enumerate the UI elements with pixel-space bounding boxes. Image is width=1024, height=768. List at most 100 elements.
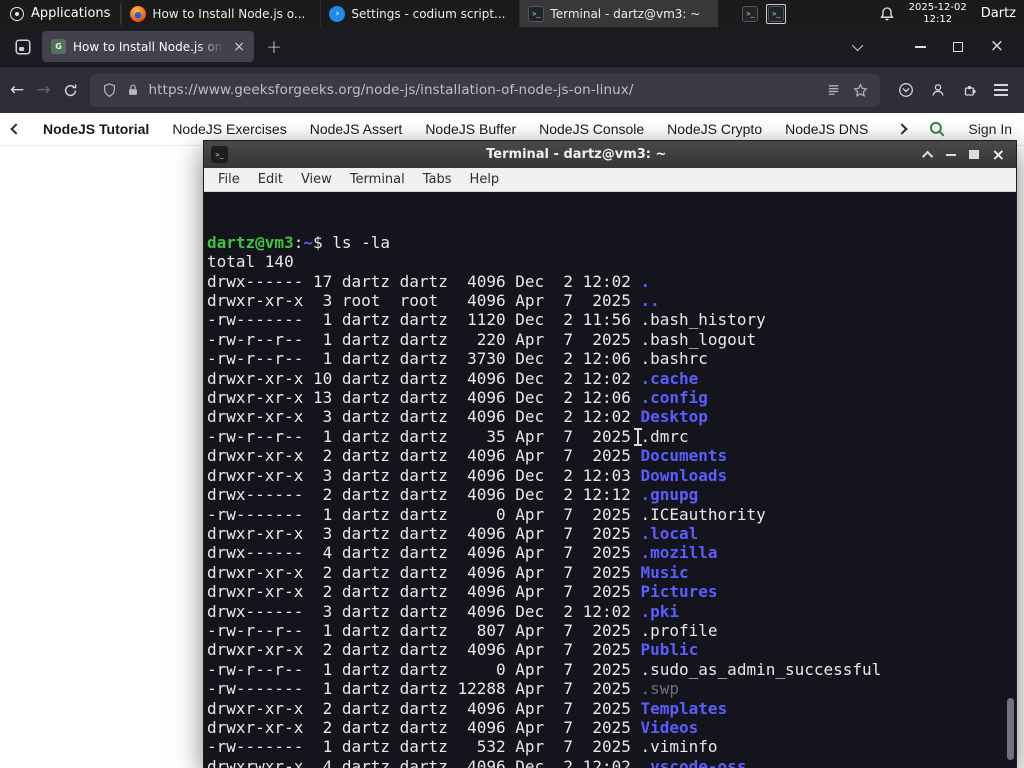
ls-entry-local: drwxr-xr-x 3 dartz dartz 4096 Apr 7 2025… <box>207 523 699 543</box>
extensions-puzzle-icon[interactable] <box>962 82 978 98</box>
scroll-right-icon[interactable] <box>896 123 909 135</box>
reader-mode-icon[interactable] <box>826 83 841 98</box>
new-tab-button[interactable]: + <box>266 36 282 58</box>
firefox-icon <box>130 5 147 22</box>
ls-entry-videos: drwxr-xr-x 2 dartz dartz 4096 Apr 7 2025… <box>207 717 699 737</box>
ls-entry-mozilla: drwx------ 4 dartz dartz 4096 Apr 7 2025… <box>207 543 718 563</box>
nav-link-nodejs-console[interactable]: NodeJS Console <box>539 121 644 137</box>
ls-entry-public: drwxr-xr-x 2 dartz dartz 4096 Apr 7 2025… <box>207 640 699 660</box>
taskbar-item-firefox[interactable]: How to Install Node.js o... <box>121 0 320 27</box>
ls-entry-config: drwxr-xr-x 13 dartz dartz 4096 Dec 2 12:… <box>207 388 708 408</box>
applications-icon <box>10 6 24 21</box>
terminal-maximize-button[interactable] <box>968 150 979 159</box>
firefox-view-icon[interactable] <box>14 38 32 56</box>
taskbar-item-terminal[interactable]: >_ Terminal - dartz@vm3: ~ <box>519 0 719 27</box>
ls-entry-bashlogout: -rw-r--r-- 1 dartz dartz 220 Apr 7 2025 … <box>207 329 757 349</box>
clock-date: 2025-12-02 <box>908 2 967 13</box>
taskbar-item-codium[interactable]: › Settings - codium script... <box>320 0 519 27</box>
menu-edit[interactable]: Edit <box>249 172 292 187</box>
url-actions <box>826 82 868 98</box>
panel-username[interactable]: Dartz <box>981 6 1016 21</box>
account-icon[interactable] <box>930 82 946 98</box>
nav-link-nodejs-tutorial[interactable]: NodeJS Tutorial <box>43 121 149 137</box>
browser-minimize-button[interactable] <box>914 45 926 48</box>
url-text[interactable]: https://www.geeksforgeeks.org/node-js/in… <box>149 82 818 98</box>
terminal-scrollbar[interactable] <box>1005 194 1015 766</box>
search-icon[interactable] <box>928 120 946 138</box>
applications-label: Applications <box>31 6 111 21</box>
reload-button[interactable] <box>63 83 78 98</box>
system-tray: >_ >_ <box>742 3 787 24</box>
terminal-window: >_ Terminal - dartz@vm3: ~ × File Edit Vie… <box>203 140 1017 768</box>
menu-hamburger-icon[interactable] <box>994 84 1008 96</box>
tray-focused-app-icon[interactable]: >_ <box>766 3 787 24</box>
browser-maximize-button[interactable] <box>952 41 963 52</box>
nav-link-nodejs-dns[interactable]: NodeJS DNS <box>785 121 868 137</box>
mouse-cursor <box>634 428 642 446</box>
sign-in-button[interactable]: Sign In <box>968 121 1012 137</box>
ls-entry-: drwx------ 17 dartz dartz 4096 Dec 2 12:… <box>207 271 651 291</box>
panel-clock[interactable]: 2025-12-02 12:12 <box>909 2 967 25</box>
total-line: total 140 <box>207 252 294 272</box>
nav-link-nodejs-assert[interactable]: NodeJS Assert <box>310 121 403 137</box>
ls-entry-profile: -rw-r--r-- 1 dartz dartz 807 Apr 7 2025 … <box>207 620 718 640</box>
tracking-shield-icon[interactable] <box>102 82 117 98</box>
terminal-title: Terminal - dartz@vm3: ~ <box>486 147 667 162</box>
terminal-menubar: File Edit View Terminal Tabs Help <box>204 168 1016 192</box>
scroll-left-icon[interactable] <box>10 123 22 135</box>
notification-bell-icon[interactable] <box>879 6 895 22</box>
terminal-app-icon: >_ <box>211 146 228 163</box>
ls-entry-documents: drwxr-xr-x 2 dartz dartz 4096 Apr 7 2025… <box>207 446 728 466</box>
url-bar[interactable]: https://www.geeksforgeeks.org/node-js/in… <box>89 73 880 107</box>
desktop: Applications How to Install Node.js o...… <box>0 0 1024 768</box>
terminal-minimize-button[interactable] <box>945 153 956 156</box>
nav-link-nodejs-exercises[interactable]: NodeJS Exercises <box>172 121 286 137</box>
top-panel: Applications How to Install Node.js o...… <box>0 0 1024 27</box>
terminal-titlebar[interactable]: >_ Terminal - dartz@vm3: ~ × <box>204 141 1016 168</box>
ls-entry-bashhistory: -rw------- 1 dartz dartz 1120 Dec 2 11:5… <box>207 310 766 330</box>
terminal-screen[interactable]: dartz@vm3:~$ ls -la total 140 drwx------ 1… <box>204 192 1016 768</box>
ls-entry-music: drwxr-xr-x 2 dartz dartz 4096 Apr 7 2025… <box>207 562 689 582</box>
browser-window-controls: × <box>914 38 1004 55</box>
navigation-toolbar: ← → https://www.geeksforgeeks.org/node-j… <box>0 66 1024 113</box>
tab-title: How to Install Node.js on <box>73 39 223 54</box>
ls-entry-pki: drwx------ 3 dartz dartz 4096 Dec 2 12:0… <box>207 601 680 621</box>
menu-terminal[interactable]: Terminal <box>341 172 414 187</box>
ls-entry-swp: -rw------- 1 dartz dartz 12288 Apr 7 202… <box>207 679 680 699</box>
ls-entry-desktop: drwxr-xr-x 3 dartz dartz 4096 Dec 2 12:0… <box>207 407 708 427</box>
ls-entry-dmrc: -rw-r--r-- 1 dartz dartz 35 Apr 7 2025 .… <box>207 426 689 446</box>
back-button[interactable]: ← <box>10 81 24 99</box>
clock-time: 12:12 <box>923 13 953 25</box>
ls-entry-sudoasadminsuccessful: -rw-r--r-- 1 dartz dartz 0 Apr 7 2025 .s… <box>207 659 882 679</box>
menu-help[interactable]: Help <box>461 172 509 187</box>
menu-file[interactable]: File <box>209 172 249 187</box>
tab-close-icon[interactable]: × <box>233 40 245 54</box>
tray-terminal-icon-2: >_ <box>768 5 785 22</box>
browser-close-button[interactable]: × <box>990 38 1004 55</box>
forward-button[interactable]: → <box>36 81 50 99</box>
nav-link-nodejs-buffer[interactable]: NodeJS Buffer <box>425 121 516 137</box>
lock-icon[interactable] <box>126 83 140 97</box>
terminal-output: dartz@vm3:~$ ls -la total 140 drwx------ 1… <box>207 233 1016 768</box>
subnav-links: NodeJS Tutorial NodeJS Exercises NodeJS As… <box>43 121 875 137</box>
list-all-tabs-icon[interactable] <box>851 39 863 51</box>
ls-entry-vscodeoss: drwxrwxr-x 4 dartz dartz 4096 Dec 2 12:0… <box>207 756 747 768</box>
ls-entry-bashrc: -rw-r--r-- 1 dartz dartz 3730 Dec 2 12:0… <box>207 349 708 369</box>
browser-tab-active[interactable]: G How to Install Node.js on × <box>42 31 254 62</box>
applications-menu[interactable]: Applications <box>0 0 120 27</box>
codium-icon: › <box>329 5 346 22</box>
ls-entry-pictures: drwxr-xr-x 2 dartz dartz 4096 Apr 7 2025… <box>207 582 718 602</box>
terminal-shade-button[interactable] <box>921 150 933 162</box>
ls-entry-gnupg: drwx------ 2 dartz dartz 4096 Dec 2 12:1… <box>207 485 699 505</box>
nav-link-nodejs-crypto[interactable]: NodeJS Crypto <box>667 121 762 137</box>
pocket-icon[interactable] <box>898 82 914 98</box>
scrollbar-thumb[interactable] <box>1007 698 1014 760</box>
tab-bar: G How to Install Node.js on × + × <box>0 27 1024 66</box>
terminal-close-button[interactable]: × <box>992 146 1005 163</box>
menu-tabs[interactable]: Tabs <box>414 172 461 187</box>
menu-view[interactable]: View <box>292 172 341 187</box>
terminal-icon: >_ <box>528 5 545 22</box>
toolbar-actions <box>892 82 1014 98</box>
bookmark-star-icon[interactable] <box>853 82 868 98</box>
tray-terminal-icon[interactable]: >_ <box>742 5 759 22</box>
